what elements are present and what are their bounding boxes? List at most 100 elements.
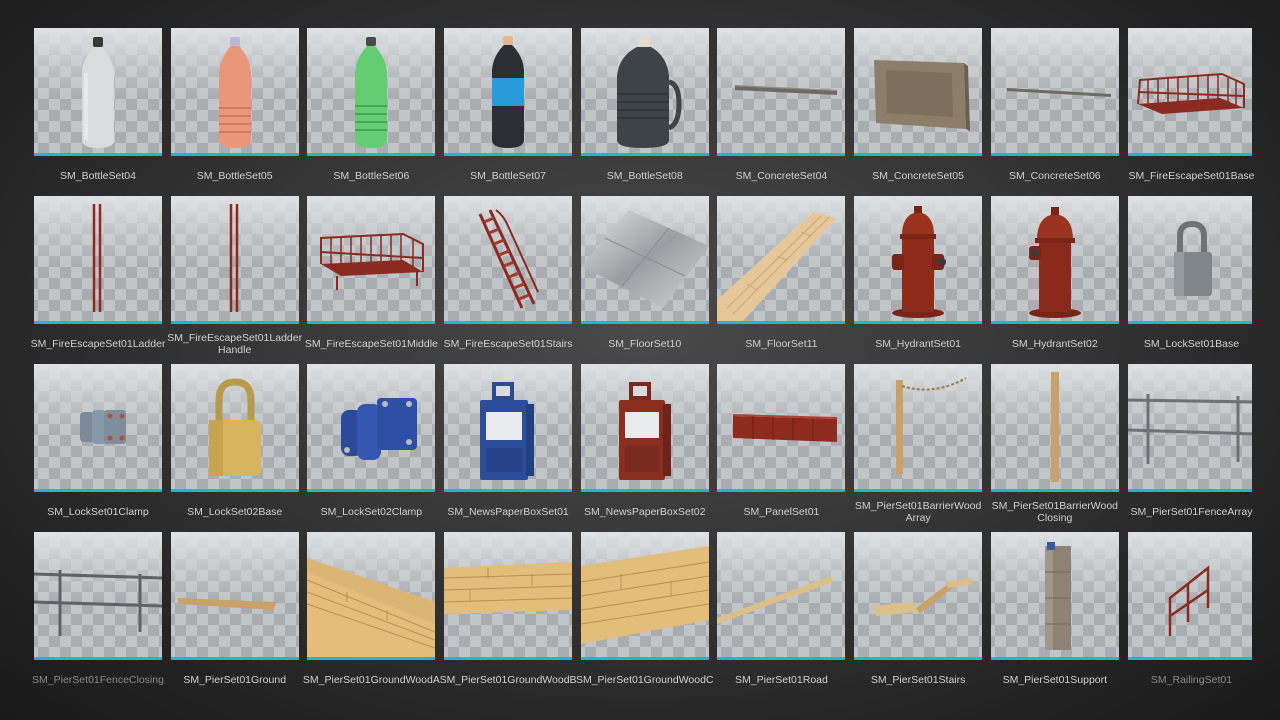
support-pillar-icon — [1044, 542, 1071, 650]
asset-thumbnail — [990, 364, 1119, 492]
ladder-rails-icon — [92, 204, 102, 312]
asset-tile-sm-pierset01barrierwoodclosing[interactable]: SM_PierSet01BarrierWood Closing — [990, 364, 1119, 532]
asset-thumbnail — [854, 196, 983, 324]
asset-thumbnail — [1127, 196, 1252, 324]
asset-label: SM_FloorSet10 — [608, 338, 682, 350]
asset-thumbnail — [1127, 532, 1252, 660]
wood-post-chain-icon — [896, 377, 967, 474]
asset-tile-sm-pierset01support[interactable]: SM_PierSet01Support — [990, 532, 1119, 700]
asset-tile-sm-bottleset07[interactable]: SM_BottleSet07 — [444, 28, 573, 196]
asset-tile-sm-pierset01ground[interactable]: SM_PierSet01Ground — [170, 532, 299, 700]
asset-tile-sm-panelset01[interactable]: SM_PanelSet01 — [717, 364, 846, 532]
asset-thumbnail — [854, 28, 983, 156]
asset-tile-sm-bottleset08[interactable]: SM_BottleSet08 — [580, 28, 709, 196]
asset-tile-sm-pierset01road[interactable]: SM_PierSet01Road — [717, 532, 846, 700]
asset-tile-sm-floorset11[interactable]: SM_FloorSet11 — [717, 196, 846, 364]
asset-thumbnail — [307, 28, 436, 156]
asset-thumbnail — [717, 196, 846, 324]
asset-tile-sm-concreteset05[interactable]: SM_ConcreteSet05 — [854, 28, 983, 196]
asset-thumbnail — [580, 532, 709, 660]
asset-thumbnail — [1127, 28, 1252, 156]
asset-tile-sm-fireescapeset01base[interactable]: SM_FireEscapeSet01Base — [1127, 28, 1256, 196]
asset-label: SM_PierSet01FenceClosing — [32, 674, 164, 686]
fence-icon — [34, 570, 162, 636]
asset-tile-sm-concreteset06[interactable]: SM_ConcreteSet06 — [990, 28, 1119, 196]
asset-label: SM_LockSet02Base — [187, 506, 283, 518]
asset-tile-sm-pierset01fenceclosing[interactable]: SM_PierSet01FenceClosing — [32, 532, 164, 700]
asset-label: SM_LockSet01Clamp — [47, 506, 149, 518]
asset-label: SM_FireEscapeSet01Ladder Handle — [167, 332, 303, 356]
asset-tile-sm-pierset01fencearray[interactable]: SM_PierSet01FenceArray — [1127, 364, 1256, 532]
clamp-icon — [341, 398, 418, 460]
asset-label: SM_NewsPaperBoxSet01 — [447, 506, 569, 518]
asset-thumbnail — [170, 28, 299, 156]
asset-grid: SM_BottleSet04 SM_BottleSet05 SM_BottleS… — [31, 28, 1256, 700]
asset-thumbnail — [990, 28, 1119, 156]
asset-tile-sm-lockset02base[interactable]: SM_LockSet02Base — [170, 364, 299, 532]
asset-tile-sm-pierset01groundwoodb[interactable]: SM_PierSet01GroundWoodB — [440, 532, 577, 700]
plank-icon — [176, 598, 277, 610]
asset-tile-sm-fireescapeset01ladder[interactable]: SM_FireEscapeSet01Ladder — [31, 196, 165, 364]
asset-tile-sm-concreteset04[interactable]: SM_ConcreteSet04 — [717, 28, 846, 196]
asset-label: SM_BottleSet04 — [60, 170, 136, 182]
asset-thumbnail — [34, 532, 162, 660]
asset-tile-sm-hydrantset01[interactable]: SM_HydrantSet01 — [854, 196, 983, 364]
asset-label: SM_PierSet01FenceArray — [1130, 506, 1253, 518]
asset-tile-sm-bottleset04[interactable]: SM_BottleSet04 — [34, 28, 162, 196]
asset-label: SM_BottleSet07 — [470, 170, 546, 182]
asset-thumbnail — [444, 364, 573, 492]
asset-thumbnail — [307, 196, 436, 324]
pier-stairs-icon — [872, 578, 973, 616]
clamp-icon — [80, 410, 126, 444]
fire-escape-middle-icon — [320, 232, 425, 290]
wood-deck-icon — [307, 558, 436, 657]
asset-label: SM_PierSet01GroundWoodA — [302, 674, 440, 686]
asset-tile-sm-hydrantset02[interactable]: SM_HydrantSet02 — [990, 196, 1119, 364]
asset-tile-sm-lockset01clamp[interactable]: SM_LockSet01Clamp — [34, 364, 162, 532]
asset-tile-sm-railingset01[interactable]: SM_RailingSet01 — [1127, 532, 1256, 700]
asset-tile-sm-pierset01groundwooda[interactable]: SM_PierSet01GroundWoodA — [303, 532, 440, 700]
asset-tile-sm-floorset10[interactable]: SM_FloorSet10 — [580, 196, 709, 364]
asset-thumbnail — [717, 532, 846, 660]
concrete-bar-icon — [735, 85, 838, 95]
asset-thumbnail — [580, 28, 709, 156]
asset-tile-sm-pierset01groundwoodc[interactable]: SM_PierSet01GroundWoodC — [576, 532, 714, 700]
asset-thumbnail — [990, 196, 1119, 324]
asset-label: SM_LockSet01Base — [1143, 338, 1240, 350]
asset-tile-sm-pierset01stairs[interactable]: SM_PierSet01Stairs — [854, 532, 983, 700]
asset-label: SM_FireEscapeSet01Base — [1128, 170, 1255, 182]
asset-tile-sm-newspaperboxset01[interactable]: SM_NewsPaperBoxSet01 — [444, 364, 573, 532]
asset-tile-sm-bottleset06[interactable]: SM_BottleSet06 — [307, 28, 436, 196]
metal-floor-icon — [580, 210, 709, 308]
asset-label: SM_BottleSet06 — [333, 170, 410, 182]
asset-label: SM_ConcreteSet06 — [1008, 170, 1101, 182]
wood-floor-icon — [717, 212, 838, 321]
asset-thumbnail — [580, 196, 709, 324]
asset-tile-sm-newspaperboxset02[interactable]: SM_NewsPaperBoxSet02 — [580, 364, 709, 532]
asset-thumbnail — [990, 532, 1119, 660]
asset-thumbnail — [444, 532, 573, 660]
asset-tile-sm-fireescapeset01ladderhandle[interactable]: SM_FireEscapeSet01Ladder Handle — [167, 196, 302, 364]
asset-label: SM_HydrantSet01 — [875, 338, 962, 350]
bottle-icon — [218, 37, 251, 148]
asset-tile-sm-locksetbase01[interactable]: SM_LockSet01Base — [1127, 196, 1256, 364]
asset-tile-sm-lockset02clamp[interactable]: SM_LockSet02Clamp — [307, 364, 436, 532]
asset-tile-sm-fireescapeset01stairs[interactable]: SM_FireEscapeSet01Stairs — [444, 196, 573, 364]
asset-thumbnail — [307, 532, 436, 660]
asset-thumbnail — [34, 364, 162, 492]
concrete-bar-icon — [1006, 88, 1111, 97]
fence-icon — [1127, 394, 1252, 464]
asset-label: SM_PierSet01Stairs — [870, 674, 966, 686]
asset-label: SM_BottleSet05 — [196, 170, 273, 182]
asset-thumbnail — [444, 28, 573, 156]
asset-label: SM_PierSet01Support — [1002, 674, 1108, 686]
newspaper-box-icon — [618, 382, 671, 480]
asset-thumbnail — [717, 28, 846, 156]
asset-thumbnail — [34, 196, 162, 324]
asset-label: SM_HydrantSet02 — [1011, 338, 1098, 350]
bottle-icon — [355, 37, 388, 148]
asset-tile-sm-bottleset05[interactable]: SM_BottleSet05 — [170, 28, 299, 196]
asset-tile-sm-pierset01barrierwoodarray[interactable]: SM_PierSet01BarrierWood Array — [854, 364, 983, 532]
wood-deck-icon — [580, 546, 709, 644]
asset-tile-sm-fireescapeset01middle[interactable]: SM_FireEscapeSet01Middle — [305, 196, 438, 364]
